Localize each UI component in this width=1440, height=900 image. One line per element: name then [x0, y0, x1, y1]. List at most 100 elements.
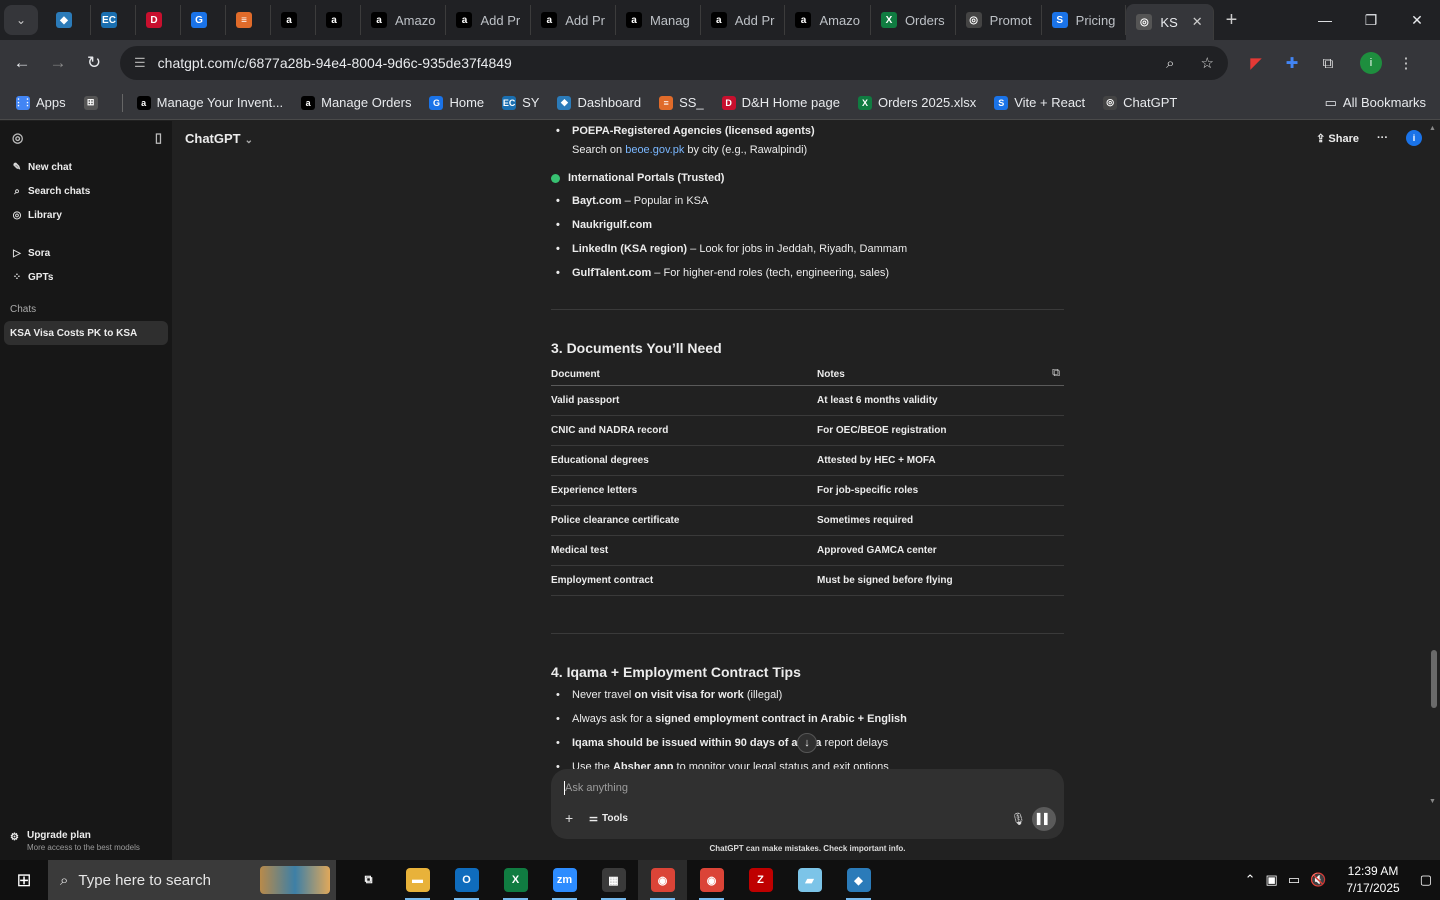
model-selector[interactable]: ChatGPT ⌄	[185, 131, 253, 146]
tab[interactable]: a Add Pr	[701, 5, 786, 35]
extension-icon[interactable]: ◤	[1238, 54, 1274, 72]
menu-icon[interactable]: ⋮	[1396, 54, 1416, 72]
sidebar-item-library[interactable]: ◎ Library	[0, 203, 172, 227]
profile-avatar[interactable]: i	[1360, 52, 1382, 74]
bookmark-item[interactable]: ≡ SS_	[659, 95, 704, 110]
chat-item-active[interactable]: KSA Visa Costs PK to KSA	[4, 321, 168, 345]
sidebar-item-new-chat[interactable]: ✎ New chat	[0, 155, 172, 179]
tab[interactable]: ◎ Promot	[956, 5, 1042, 35]
tab[interactable]: a Amazo	[361, 5, 447, 35]
library-icon: ◎	[12, 209, 22, 221]
close-window-button[interactable]: ✕	[1394, 12, 1440, 29]
tools-button[interactable]: ⚌ Tools	[589, 813, 628, 824]
tab[interactable]: a Add Pr	[531, 5, 616, 35]
taskbar-app[interactable]: Z	[736, 860, 785, 900]
taskbar-app[interactable]: ▰	[785, 860, 834, 900]
bookmark-item[interactable]: G Home	[429, 95, 484, 110]
reload-button[interactable]: ↻	[76, 53, 112, 73]
bookmark-item[interactable]: EC SY	[502, 95, 539, 110]
upgrade-plan-button[interactable]: ⚙ Upgrade plan More access to the best m…	[10, 830, 140, 852]
taskbar-app[interactable]: ▦	[589, 860, 638, 900]
copy-icon[interactable]: ⧉	[1052, 367, 1060, 380]
puzzle-icon[interactable]: ⧉	[1310, 55, 1346, 72]
taskbar-app[interactable]: X	[491, 860, 540, 900]
tab[interactable]: G	[181, 5, 226, 35]
tab[interactable]: a	[316, 5, 361, 35]
plus-icon[interactable]: +	[565, 810, 573, 826]
tab[interactable]: a Add Pr	[446, 5, 532, 35]
bookmark-item[interactable]: a Manage Your Invent...	[136, 95, 283, 110]
tab[interactable]: a	[271, 5, 316, 35]
tab-active[interactable]: ◎ KS ✕	[1126, 4, 1214, 40]
minimize-button[interactable]: —	[1302, 12, 1348, 29]
volume-muted-icon[interactable]: 🔇	[1310, 872, 1326, 888]
voice-mode-button[interactable]: ▌▌	[1032, 807, 1056, 831]
tab[interactable]: a Manag	[616, 5, 701, 35]
chevron-up-icon[interactable]: ⌃	[1245, 872, 1256, 888]
chatgpt-logo-icon[interactable]: ◎	[12, 130, 23, 146]
clock[interactable]: 12:39 AM 7/17/2025	[1346, 863, 1399, 897]
tab[interactable]: D	[136, 5, 181, 35]
microphone-icon[interactable]: 🎙	[1011, 812, 1026, 826]
tab[interactable]: X Orders	[871, 5, 956, 35]
taskbar-search[interactable]: ⌕ Type here to search	[48, 860, 336, 900]
tab-search-button[interactable]: ⌄	[4, 5, 38, 35]
taskbar-app[interactable]: zm	[540, 860, 589, 900]
forward-button[interactable]: →	[40, 53, 76, 73]
extension-icon[interactable]: ✚	[1274, 54, 1310, 72]
scroll-down-button[interactable]: ↓	[797, 733, 817, 753]
bookmark-item[interactable]: ◆ Dashboard	[557, 95, 641, 110]
site-info-icon[interactable]: ☰	[134, 55, 146, 71]
restore-button[interactable]: ❐	[1348, 12, 1394, 29]
dashboard-icon: ◆	[557, 95, 572, 110]
tab[interactable]: ◆	[46, 5, 91, 35]
new-tab-button[interactable]: +	[1226, 9, 1238, 32]
list-item: POEPA-Registered Agencies (licensed agen…	[556, 125, 815, 137]
network-icon[interactable]: ▭	[1288, 872, 1300, 888]
share-button[interactable]: ⇪ Share	[1316, 132, 1359, 145]
tab-favicon-icon: a	[456, 12, 473, 28]
prompt-input[interactable]: Ask anything	[565, 782, 628, 794]
tab-favicon-icon: G	[191, 12, 207, 28]
tab[interactable]: EC	[91, 5, 136, 35]
bookmark-item[interactable]: X Orders 2025.xlsx	[857, 95, 976, 110]
back-button[interactable]: ←	[4, 53, 40, 73]
taskbar-app[interactable]: O	[442, 860, 491, 900]
more-options-icon[interactable]: ···	[1377, 132, 1388, 144]
all-bookmarks[interactable]: ▭ All Bookmarks	[1325, 95, 1426, 111]
tab[interactable]: a Amazo	[785, 5, 871, 35]
bookmark-item[interactable]: a Manage Orders	[301, 95, 411, 110]
bookmark-item[interactable]: ⋮⋮ Apps	[14, 95, 66, 110]
composer[interactable]: Ask anything + ⚌ Tools 🎙 ▌▌	[551, 769, 1064, 839]
sidebar-item-gpts[interactable]: ⁘ GPTs	[0, 265, 172, 289]
taskbar-app[interactable]: ◉	[687, 860, 736, 900]
tab[interactable]: S Pricing	[1042, 5, 1127, 35]
sidebar-item-search-chats[interactable]: ⌕ Search chats	[0, 179, 172, 203]
zoom-icon[interactable]: ⌕	[1166, 55, 1174, 72]
close-icon[interactable]: ✕	[1192, 14, 1203, 30]
notepad-icon: ▰	[797, 868, 822, 892]
taskbar-app[interactable]: ▬	[393, 860, 442, 900]
taskbar-app[interactable]: ⧉	[344, 860, 393, 900]
vite-icon: S	[994, 95, 1009, 110]
scrollbar-thumb[interactable]	[1431, 649, 1437, 708]
security-icon[interactable]: ▣	[1266, 872, 1278, 888]
star-icon[interactable]: ☆	[1201, 54, 1214, 72]
address-bar[interactable]: ☰ chatgpt.com/c/6877a28b-94e4-8004-9d6c-…	[120, 46, 1228, 80]
sidebar-item-sora[interactable]: ▷ Sora	[0, 241, 172, 265]
chrome-icon: ◉	[650, 868, 675, 892]
avatar[interactable]: i	[1406, 130, 1422, 146]
bookmark-item[interactable]: ◎ ChatGPT	[1103, 95, 1177, 110]
bookmark-item[interactable]: S Vite + React	[994, 95, 1085, 110]
beoe-link[interactable]: beoe.gov.pk	[625, 144, 684, 156]
scrollbar[interactable]: ▲ ▼	[1428, 125, 1438, 805]
excel-icon: X	[503, 868, 528, 892]
notification-icon[interactable]: ▢	[1420, 872, 1432, 888]
taskbar-app[interactable]: ◉	[638, 860, 687, 900]
tab[interactable]: ≡	[226, 5, 271, 35]
bookmark-item[interactable]: ⊞	[83, 95, 104, 110]
windows-start-icon[interactable]: ⊞	[0, 870, 48, 891]
bookmark-item[interactable]: D D&H Home page	[721, 95, 840, 110]
sidebar-toggle-icon[interactable]: ▯	[155, 130, 162, 146]
taskbar-app[interactable]: ◆	[834, 860, 883, 900]
